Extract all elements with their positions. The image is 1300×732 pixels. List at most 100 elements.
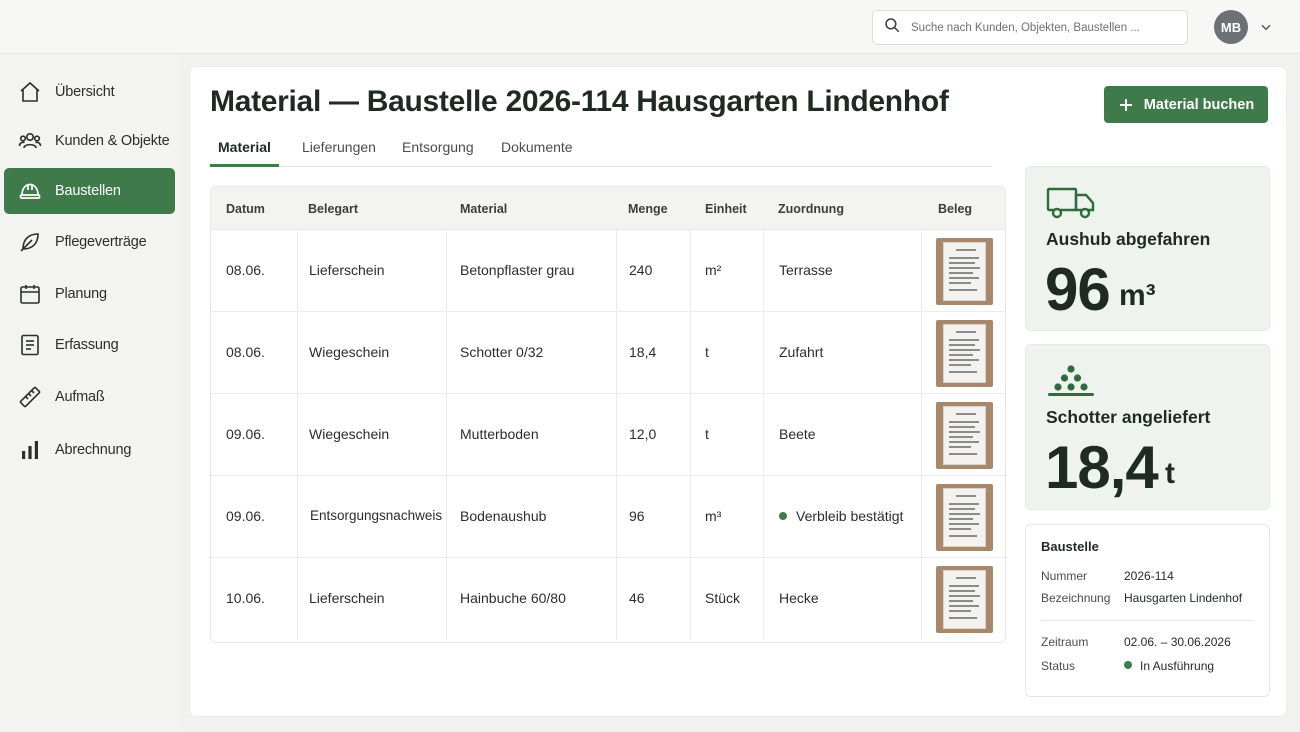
info-value-status: In Ausführung bbox=[1124, 659, 1214, 673]
info-key-bezeichnung: Bezeichnung bbox=[1041, 591, 1111, 605]
sidebar-item-abrechnung[interactable]: Abrechnung bbox=[4, 427, 175, 473]
cell-zuordnung: Verbleib bestätigt bbox=[779, 508, 903, 524]
home-icon bbox=[18, 80, 42, 104]
tab-dokumente[interactable]: Dokumente bbox=[493, 139, 581, 167]
cell-zuordnung: Beete bbox=[779, 426, 816, 442]
sidebar-item-kunden[interactable]: Kunden & Objekte bbox=[4, 118, 175, 164]
zuordnung-text: Verbleib bestätigt bbox=[796, 508, 904, 524]
beleg-thumbnail[interactable] bbox=[936, 238, 993, 305]
sidebar-item-label: Aufmaß bbox=[55, 389, 105, 405]
cell-material: Hainbuche 60/80 bbox=[460, 590, 566, 606]
tab-lieferungen[interactable]: Lieferungen bbox=[294, 139, 384, 167]
cell-material: Mutterboden bbox=[460, 426, 539, 442]
cell-datum: 08.06. bbox=[226, 262, 265, 278]
tab-bar: Material Lieferungen Entsorgung Dokument… bbox=[210, 133, 992, 167]
search-input[interactable] bbox=[911, 21, 1181, 34]
info-value-nummer: 2026-114 bbox=[1124, 569, 1174, 583]
sidebar-item-uebersicht[interactable]: Übersicht bbox=[4, 69, 175, 115]
tab-material[interactable]: Material bbox=[210, 139, 279, 167]
beleg-thumbnail[interactable] bbox=[936, 402, 993, 469]
col-header-menge[interactable]: Menge bbox=[628, 202, 668, 216]
info-key-status: Status bbox=[1041, 659, 1076, 673]
stat-label: Aushub abgefahren bbox=[1046, 229, 1211, 249]
status-dot bbox=[1124, 661, 1132, 669]
plus-icon bbox=[1119, 98, 1132, 111]
search-icon bbox=[883, 16, 901, 39]
cell-menge: 12,0 bbox=[629, 426, 657, 442]
search-box[interactable] bbox=[872, 10, 1188, 45]
stat-label: Schotter angeliefert bbox=[1046, 407, 1211, 427]
info-key-nummer: Nummer bbox=[1041, 569, 1088, 583]
info-value-bezeichnung: Hausgarten Lindenhof bbox=[1124, 591, 1243, 605]
table-row[interactable]: 09.06. Entsorgungsnachweis Bodenaushub 9… bbox=[211, 476, 1005, 558]
stat-card-aushub: Aushub abgefahren 96 m³ bbox=[1025, 166, 1270, 331]
col-header-zuordnung[interactable]: Zuordnung bbox=[778, 202, 844, 216]
cell-einheit: t bbox=[705, 344, 709, 360]
col-header-datum[interactable]: Datum bbox=[226, 202, 265, 216]
material-table: Datum Belegart Material Menge Einheit Zu… bbox=[210, 186, 1006, 643]
sidebar-item-label: Abrechnung bbox=[55, 442, 132, 458]
sidebar-item-label: Baustellen bbox=[55, 183, 121, 199]
cell-menge: 240 bbox=[629, 262, 653, 278]
cell-belegart: Lieferschein bbox=[309, 262, 385, 278]
cell-material: Bodenaushub bbox=[460, 508, 547, 524]
sidebar-item-label: Pflegeverträge bbox=[55, 234, 147, 250]
stat-value: 18,4 bbox=[1045, 434, 1159, 501]
sidebar-item-baustellen[interactable]: Baustellen bbox=[4, 168, 175, 214]
col-header-belegart[interactable]: Belegart bbox=[308, 202, 358, 216]
col-header-material[interactable]: Material bbox=[460, 202, 507, 216]
table-header: Datum Belegart Material Menge Einheit Zu… bbox=[211, 187, 1005, 230]
cell-belegart: Wiegeschein bbox=[309, 344, 390, 360]
sidebar-item-erfassung[interactable]: Erfassung bbox=[4, 322, 175, 368]
tab-entsorgung[interactable]: Entsorgung bbox=[394, 139, 482, 167]
ruler-icon bbox=[18, 385, 42, 409]
sidebar: Übersicht Kunden & Objekte Baustellen Pf… bbox=[0, 54, 180, 732]
cell-einheit: Stück bbox=[705, 590, 741, 606]
cell-menge: 96 bbox=[629, 508, 645, 524]
cell-material: Schotter 0/32 bbox=[460, 344, 544, 360]
cell-datum: 10.06. bbox=[226, 590, 265, 606]
sidebar-item-planung[interactable]: Planung bbox=[4, 271, 175, 317]
cell-zuordnung: Terrasse bbox=[779, 262, 833, 278]
sidebar-item-label: Kunden & Objekte bbox=[55, 133, 170, 149]
cell-menge: 18,4 bbox=[629, 344, 657, 360]
cell-belegart: Lieferschein bbox=[309, 590, 385, 606]
chevron-down-icon[interactable] bbox=[1259, 20, 1273, 34]
status-text: In Ausführung bbox=[1140, 659, 1215, 673]
cell-zuordnung: Hecke bbox=[779, 590, 819, 606]
table-row[interactable]: 08.06. Wiegeschein Schotter 0/32 18,4 t … bbox=[211, 312, 1005, 394]
document-icon bbox=[18, 333, 42, 357]
cell-belegart: Entsorgungsnachweis bbox=[310, 508, 443, 523]
gravel-pile-icon bbox=[1046, 364, 1096, 403]
info-title: Baustelle bbox=[1041, 539, 1099, 554]
bar-chart-icon bbox=[18, 438, 42, 462]
sidebar-item-label: Planung bbox=[55, 286, 107, 302]
users-icon bbox=[18, 129, 42, 153]
col-header-einheit[interactable]: Einheit bbox=[705, 202, 747, 216]
leaf-icon bbox=[18, 230, 42, 254]
info-key-zeitraum: Zeitraum bbox=[1041, 635, 1089, 649]
cell-zuordnung: Zufahrt bbox=[779, 344, 824, 360]
sidebar-item-label: Erfassung bbox=[55, 337, 119, 353]
calendar-icon bbox=[18, 282, 42, 306]
stat-card-schotter: Schotter angeliefert 18,4 t bbox=[1025, 344, 1270, 510]
truck-icon bbox=[1046, 185, 1096, 226]
avatar[interactable]: MB bbox=[1214, 10, 1248, 44]
beleg-thumbnail[interactable] bbox=[936, 484, 993, 551]
status-dot bbox=[779, 512, 787, 520]
beleg-thumbnail[interactable] bbox=[936, 566, 993, 633]
stat-unit: t bbox=[1165, 457, 1175, 490]
cell-einheit: m² bbox=[705, 262, 722, 278]
cell-einheit: m³ bbox=[705, 508, 722, 524]
cell-einheit: t bbox=[705, 426, 709, 442]
info-value-zeitraum: 02.06. – 30.06.2026 bbox=[1124, 635, 1231, 649]
sidebar-item-pflegevertraege[interactable]: Pflegeverträge bbox=[4, 219, 175, 265]
main-panel: Material — Baustelle 2026-114 Hausgarten… bbox=[190, 67, 1286, 716]
cell-belegart: Wiegeschein bbox=[309, 426, 390, 442]
beleg-thumbnail[interactable] bbox=[936, 320, 993, 387]
material-buchen-button[interactable]: Material buchen bbox=[1104, 86, 1268, 123]
table-row[interactable]: 08.06. Lieferschein Betonpflaster grau 2… bbox=[211, 230, 1005, 312]
sidebar-item-aufmass[interactable]: Aufmaß bbox=[4, 374, 175, 420]
table-row[interactable]: 10.06. Lieferschein Hainbuche 60/80 46 S… bbox=[211, 558, 1005, 640]
table-row[interactable]: 09.06. Wiegeschein Mutterboden 12,0 t Be… bbox=[211, 394, 1005, 476]
